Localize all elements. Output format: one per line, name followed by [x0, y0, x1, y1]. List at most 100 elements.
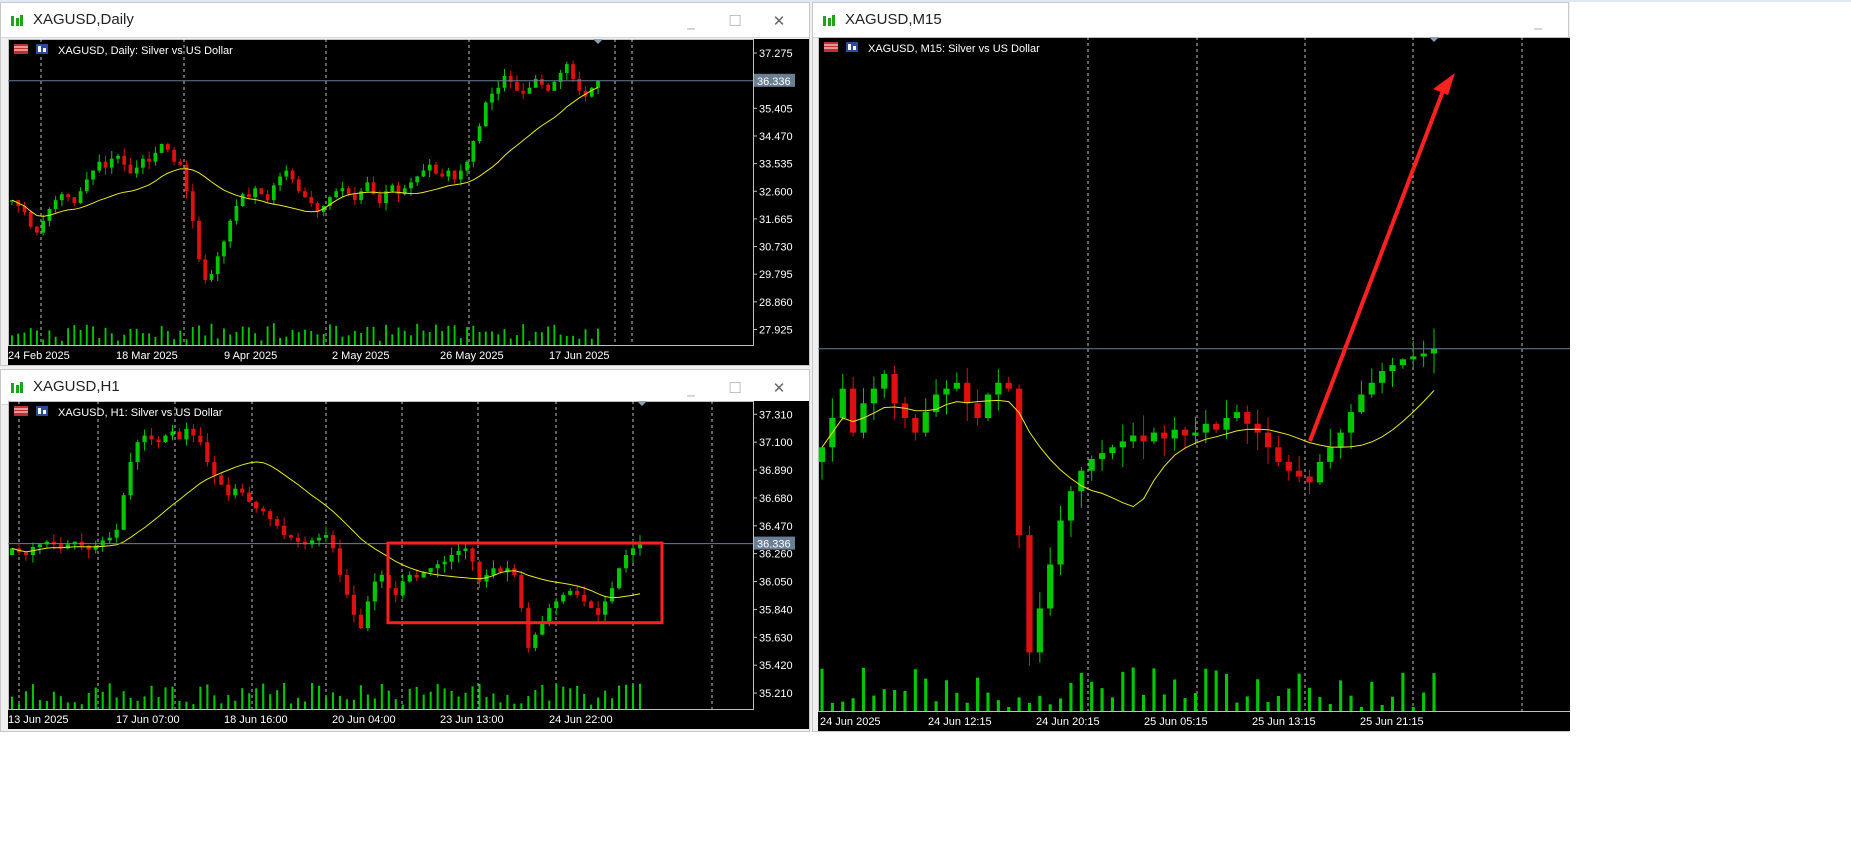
chart-svg[interactable]: 24 Jun 2025 24 Jun 12:15 24 Jun 20:15 25 Ju… [818, 37, 1571, 731]
candle-body [121, 495, 126, 530]
candle-body [428, 568, 433, 573]
candle-body [554, 601, 559, 609]
candle-body [533, 78, 538, 88]
candle-body [1130, 435, 1137, 442]
candle-body [109, 158, 114, 168]
chart-area[interactable]: 37.275 36.336 35.405 34.470 33.535 32.600 31.6… [8, 39, 809, 365]
candle-body [259, 188, 264, 195]
x-tick-label: 25 Jun 13:15 [1252, 716, 1316, 728]
candle-body [435, 564, 440, 569]
candle-body [526, 608, 531, 648]
x-tick-label: 24 Feb 2025 [8, 350, 70, 362]
maximize-button[interactable]: ☐ [713, 377, 757, 399]
chart-background [8, 39, 809, 365]
candle-body [219, 475, 224, 485]
candle-body [254, 501, 259, 509]
candle-body [1410, 356, 1417, 360]
window-titlebar[interactable]: XAGUSD,Daily _ ☐ ✕ [1, 3, 809, 38]
candle-body [616, 568, 622, 589]
maximize-button[interactable]: ☐ [713, 10, 757, 32]
candle-body [234, 206, 239, 221]
candle-body [465, 161, 469, 171]
candle-body [452, 170, 457, 180]
chart-window-h1[interactable]: XAGUSD,H1 _ ☐ ✕ 37.310 37.100 36.890 36.680… [0, 369, 810, 732]
x-tick-label: 24 Jun 20:15 [1036, 716, 1100, 728]
candle-body [226, 484, 231, 496]
flag-icon [14, 44, 28, 54]
candle-body [1171, 429, 1178, 439]
candle-body [323, 535, 329, 538]
y-tick-label: 36.470 [759, 521, 793, 533]
candle-body [943, 388, 950, 395]
candle-body [818, 447, 826, 462]
candle-body [630, 548, 636, 555]
chart-window-icon [11, 15, 23, 26]
candle-body [400, 581, 405, 595]
candle-body [240, 488, 245, 493]
candle-body [233, 488, 238, 496]
candle-body [521, 90, 526, 94]
candle-body [172, 149, 176, 162]
window-title: XAGUSD,Daily [33, 11, 134, 28]
candle-body [1181, 429, 1189, 436]
chart-background [818, 37, 1570, 731]
y-tick-label: 35.420 [759, 660, 793, 672]
x-tick-label: 17 Jun 07:00 [116, 714, 180, 726]
candle-body [278, 176, 282, 186]
chart-header: XAGUSD, M15: Silver vs US Dollar [868, 43, 1040, 55]
chart-header: XAGUSD, H1: Silver vs US Dollar [58, 407, 223, 419]
window-titlebar[interactable]: XAGUSD,H1 _ ☐ ✕ [1, 370, 809, 405]
minimize-button[interactable]: _ [669, 377, 713, 399]
candle-body [191, 428, 196, 436]
candle-body [609, 588, 615, 602]
y-tick-label: 29.795 [759, 269, 793, 281]
candle-body [135, 442, 140, 463]
minimize-button[interactable]: _ [1516, 10, 1560, 32]
minimize-button[interactable]: _ [669, 10, 713, 32]
candle-body [393, 588, 398, 595]
y-tick-label: 32.600 [759, 186, 793, 198]
x-tick-label: 25 Jun 21:15 [1360, 716, 1424, 728]
candle-body [165, 143, 170, 150]
candle-body [964, 382, 971, 404]
chart-svg[interactable]: 37.275 36.336 35.405 34.470 33.535 32.600 31.6… [8, 39, 809, 365]
candle-body [589, 601, 594, 609]
candle-body [141, 158, 145, 168]
candle-body [1420, 353, 1427, 357]
y-tick-label: 31.665 [759, 214, 793, 226]
candle-body [66, 194, 70, 198]
candle-body [114, 529, 119, 538]
window-titlebar[interactable]: XAGUSD,M15 _ [813, 3, 1568, 38]
flag-icon [824, 42, 838, 52]
chart-svg[interactable]: 37.31037.10036.89036.68036.47036.33636.2… [8, 401, 809, 729]
close-button[interactable]: ✕ [757, 10, 801, 32]
candle-body [582, 594, 587, 602]
candle-body [116, 155, 120, 159]
candle-body [240, 194, 245, 207]
chart-header: XAGUSD, Daily: Silver vs US Dollar [58, 45, 233, 57]
x-tick-label: 24 Jun 22:00 [549, 714, 613, 726]
chart-area[interactable]: 24 Jun 2025 24 Jun 12:15 24 Jun 20:15 25 Ju… [818, 37, 1571, 731]
symbol-icon [846, 42, 858, 52]
candle-body [97, 161, 102, 171]
candle-body [490, 93, 494, 103]
candle-body [103, 161, 108, 168]
candle-body [247, 492, 252, 502]
chart-area[interactable]: 37.310 37.100 36.890 36.680 36.470 36.336 36.2… [8, 401, 809, 729]
y-tick-label: 35.405 [759, 103, 793, 115]
candle-body [122, 155, 127, 165]
candle-body [1213, 423, 1220, 430]
chart-window-daily[interactable]: XAGUSD,Daily _ ☐ ✕ 37.275 36.336 35.405 34.… [0, 2, 810, 366]
candle-body [170, 431, 175, 436]
candle-body [1088, 458, 1095, 471]
candle-body [91, 170, 95, 180]
candle-body [271, 185, 276, 201]
close-button[interactable]: ✕ [757, 377, 801, 399]
symbol-icon-bar [38, 408, 41, 414]
chart-window-m15[interactable]: XAGUSD,M15 _ 24 Jun 2025 24 Jun 12:15 24 J… [812, 2, 1571, 732]
candle-body [540, 78, 544, 85]
candle-body [28, 211, 33, 227]
candle-body [427, 164, 432, 171]
candle-body [1244, 412, 1251, 424]
candle-body [330, 535, 336, 549]
